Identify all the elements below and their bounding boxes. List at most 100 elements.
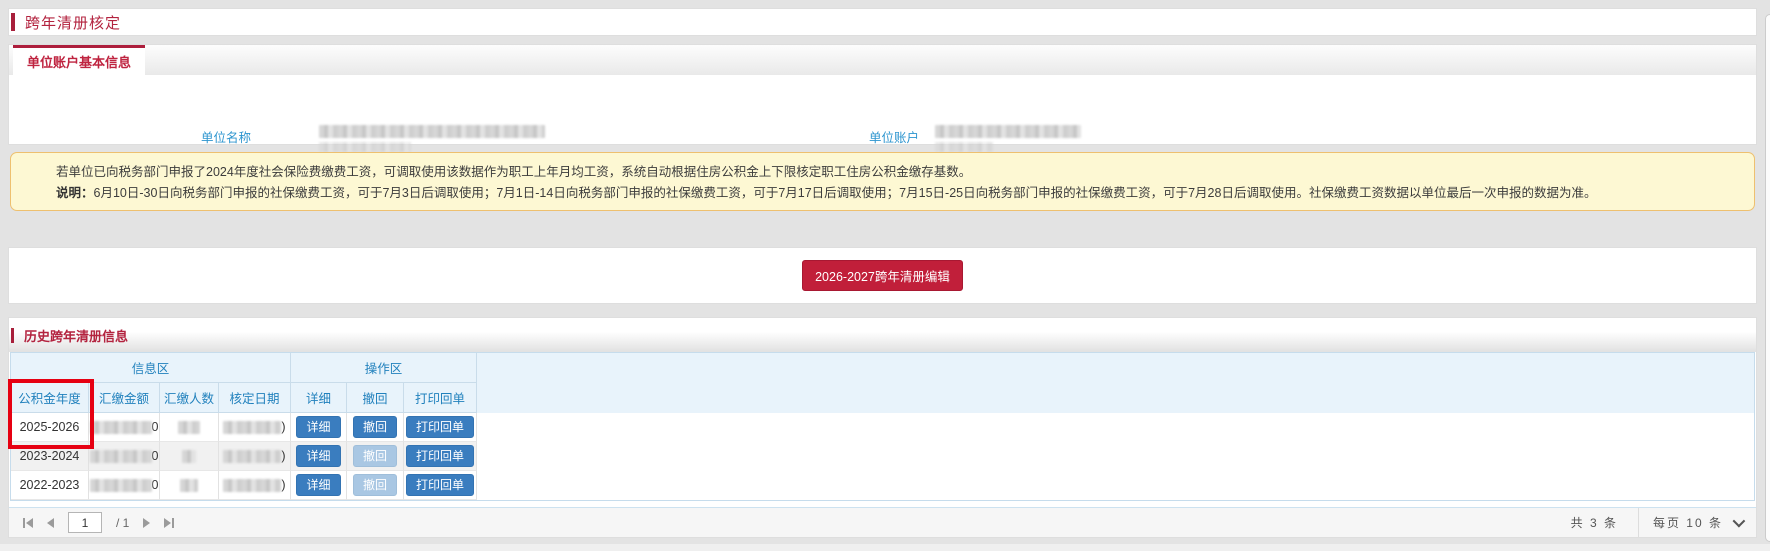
total-count-label: 共 3 条 [1551,514,1638,531]
redacted-date [223,450,281,463]
amount-suffix: 0 [152,420,159,434]
amount-suffix: 0 [152,449,159,463]
cell-detail: 详细 [291,442,347,471]
cell-amount: 0 [89,413,160,442]
last-page-icon[interactable] [164,518,174,528]
cell-fund-year: 2022-2023 [11,471,89,500]
detail-button[interactable]: 详细 [296,474,340,496]
col-header-date: 核定日期 [219,383,291,413]
cell-revoke: 撤回 [347,413,404,442]
revoke-button-disabled: 撤回 [353,445,397,467]
account-form: 单位名称 单位账户 跨年核定月份： 当前编辑年月： 缴至年月： 公积金年度： 2… [9,75,1756,146]
next-page-icon[interactable] [143,518,150,528]
notice-box: 若单位已向税务部门申报了2024年度社会保险费缴费工资，可调取使用该数据作为职工… [10,152,1755,211]
redacted-people [180,479,198,492]
cell-print: 打印回单 [404,413,477,442]
revoke-button[interactable]: 撤回 [353,416,397,438]
chevron-down-icon [1733,515,1746,528]
cell-date: ) [219,471,291,500]
group-header-filler [477,353,1754,383]
page-title-bar: 跨年清册核定 [8,8,1757,36]
page-size-label: 每页 10 条 [1653,514,1723,531]
unit-account-panel: 单位账户基本信息 单位名称 单位账户 跨年核定月份： 当前编辑年月： 缴至年月：… [8,44,1757,145]
col-header-people: 汇缴人数 [160,383,219,413]
table-row: 2023-2024 0 ) 详细 撤回 打印回单 [11,442,1754,471]
group-header-action: 操作区 [291,353,477,383]
pager-summary: 共 3 条 每页 10 条 [1551,508,1756,537]
unit-name-label: 单位名称 [109,127,251,146]
col-header-detail: 详细 [291,383,347,413]
history-accent-bar [11,328,14,343]
table-group-header-row: 信息区 操作区 [11,353,1754,383]
title-accent-bar [11,13,15,31]
page-number-input[interactable] [68,512,102,533]
print-receipt-button[interactable]: 打印回单 [406,416,474,438]
col-header-fund-year: 公积金年度 [11,383,89,413]
history-section-strip: 历史跨年清册信息 [9,318,1756,352]
detail-button[interactable]: 详细 [296,416,340,438]
page-title: 跨年清册核定 [25,12,121,33]
cell-detail: 详细 [291,413,347,442]
cell-print: 打印回单 [404,471,477,500]
col-header-filler [477,383,1754,413]
notice-line1: 若单位已向税务部门申报了2024年度社会保险费缴费工资，可调取使用该数据作为职工… [56,162,1734,183]
redacted-amount [90,421,152,434]
notice-line2: 说明：6月10日-30日向税务部门申报的社保缴费工资，可于7月3日后调取使用；7… [56,183,1734,204]
date-suffix: ) [281,478,285,492]
redacted-amount [90,450,152,463]
table-column-header-row: 公积金年度 汇缴金额 汇缴人数 核定日期 详细 撤回 打印回单 [11,383,1754,413]
cell-amount: 0 [89,471,160,500]
cell-date: ) [219,442,291,471]
redacted-date [223,421,281,434]
cell-people [160,471,219,500]
history-section-title: 历史跨年清册信息 [24,326,128,345]
date-suffix: ) [281,420,285,434]
unit-account-value [935,125,1081,155]
page-size-select[interactable]: 每页 10 条 [1638,508,1756,537]
redacted-unit-name-line2 [319,142,411,152]
cell-people [160,442,219,471]
tab-strip: 单位账户基本信息 [9,45,1756,75]
redacted-date [223,479,281,492]
detail-button[interactable]: 详细 [296,445,340,467]
notice-line2-body: 6月10日-30日向税务部门申报的社保缴费工资，可于7月3日后调取使用；7月1日… [94,186,1597,200]
page-bottom-strip [0,544,1770,551]
cell-people [160,413,219,442]
cell-fund-year: 2025-2026 [11,413,89,442]
cross-year-roster-edit-button[interactable]: 2026-2027跨年清册编辑 [802,260,963,291]
cell-print: 打印回单 [404,442,477,471]
redacted-people [182,450,196,463]
prev-page-icon[interactable] [47,518,54,528]
cell-revoke: 撤回 [347,471,404,500]
redacted-unit-account [935,125,1081,138]
cell-fund-year: 2023-2024 [11,442,89,471]
page-total-label: / 1 [116,516,129,530]
redacted-unit-account-line2 [935,142,993,152]
print-receipt-button[interactable]: 打印回单 [406,474,474,496]
notice-line2-prefix: 说明： [56,186,94,200]
table-row: 2022-2023 0 ) 详细 撤回 打印回单 [11,471,1754,500]
pagination-bar: / 1 共 3 条 每页 10 条 [9,507,1756,537]
cell-date: ) [219,413,291,442]
tab-unit-account-info[interactable]: 单位账户基本信息 [13,45,145,75]
group-header-info: 信息区 [11,353,291,383]
cell-detail: 详细 [291,471,347,500]
floating-scrollbar[interactable] [1765,14,1770,542]
history-panel: 历史跨年清册信息 信息区 操作区 公积金年度 汇缴金额 汇缴人数 核定日期 详细… [8,317,1757,538]
redacted-unit-name [319,125,545,138]
unit-name-value [319,125,545,155]
col-header-revoke: 撤回 [347,383,404,413]
cell-revoke: 撤回 [347,442,404,471]
redacted-people [178,421,200,434]
col-header-amount: 汇缴金额 [89,383,160,413]
redacted-amount [90,479,152,492]
print-receipt-button[interactable]: 打印回单 [406,445,474,467]
cell-amount: 0 [89,442,160,471]
col-header-print: 打印回单 [404,383,477,413]
unit-account-label: 单位账户 [771,127,919,146]
date-suffix: ) [281,449,285,463]
first-page-icon[interactable] [23,518,33,528]
revoke-button-disabled: 撤回 [353,474,397,496]
pager-controls: / 1 [9,512,1551,533]
amount-suffix: 0 [152,478,159,492]
